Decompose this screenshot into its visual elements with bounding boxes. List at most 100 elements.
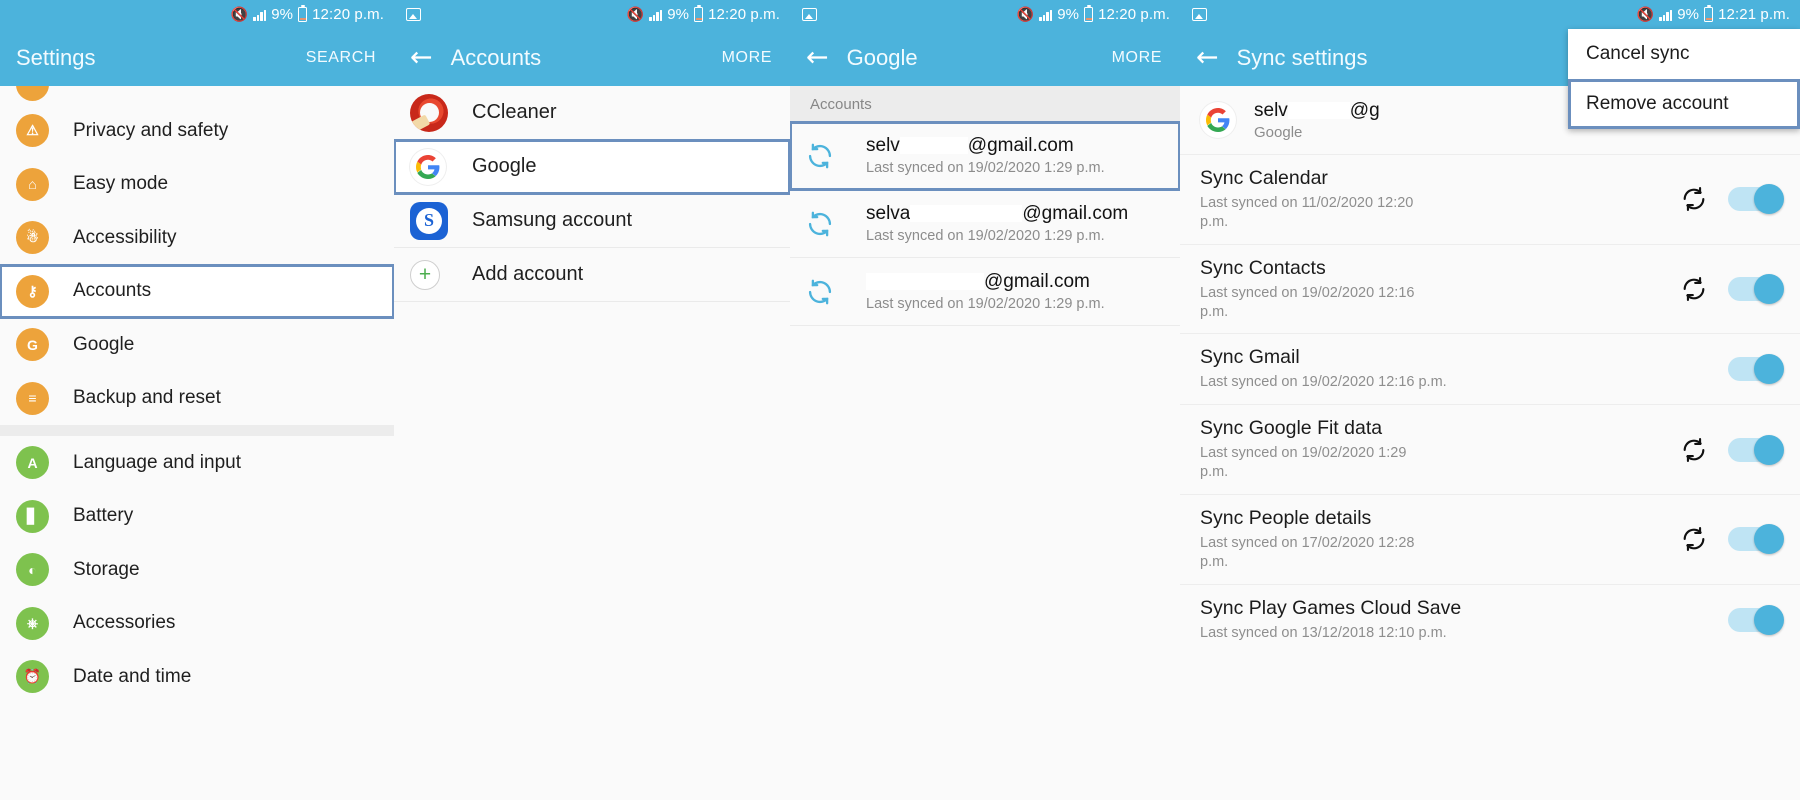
gallery-icon [1192, 8, 1207, 21]
list-item-label: CCleaner [472, 101, 557, 123]
sync-toggle[interactable] [1728, 524, 1784, 555]
status-time: 12:20 p.m. [1098, 6, 1170, 23]
google-icon: G [16, 328, 49, 362]
list-item-partial[interactable] [0, 86, 394, 104]
list-item-label: Accessories [73, 612, 176, 634]
account-provider: Google [1254, 123, 1303, 141]
account-email: @gmail.com [866, 271, 1166, 293]
status-time: 12:21 p.m. [1718, 6, 1790, 23]
sidebar-item-storage[interactable]: ◐ Storage [0, 543, 394, 597]
sync-toggle[interactable] [1728, 434, 1784, 465]
account-email: selv @gmail.com [866, 135, 1074, 156]
refresh-icon[interactable] [1680, 185, 1708, 213]
sync-icon [806, 278, 866, 306]
more-button[interactable]: MORE [722, 49, 772, 67]
refresh-icon-placeholder [1680, 355, 1708, 383]
google-account-row[interactable]: @gmail.com Last synced on 19/02/2020 1:2… [790, 258, 1180, 326]
refresh-icon[interactable] [1680, 436, 1708, 464]
sidebar-item-date-and-time[interactable]: ⏰ Date and time [0, 650, 394, 704]
sync-toggle[interactable] [1728, 184, 1784, 215]
sync-item-name: Sync Calendar [1200, 167, 1328, 189]
signal-icon [649, 9, 663, 21]
appbar-google: ← Google MORE [790, 29, 1180, 86]
panel-google: 🔇 9% 12:20 p.m. ← Google MORE Accounts s… [790, 0, 1180, 800]
sidebar-item-accounts[interactable]: ⚷ Accounts [0, 263, 394, 319]
account-item-samsung[interactable]: S Samsung account [394, 194, 790, 248]
back-arrow-icon[interactable]: ← [806, 44, 829, 71]
sync-toggle[interactable] [1728, 604, 1784, 635]
refresh-icon[interactable] [1680, 525, 1708, 553]
sync-toggle[interactable] [1728, 274, 1784, 305]
sync-icon [806, 142, 866, 170]
battery-percent: 9% [1677, 6, 1700, 23]
sync-row-contacts[interactable]: Sync Contacts Last synced on 19/02/2020 … [1180, 243, 1800, 334]
sync-item-name: Sync Google Fit data [1200, 417, 1383, 440]
sync-item-last-synced: Last synced on 13/12/2018 12:10 p.m. [1200, 624, 1447, 641]
sync-item-name: Sync Contacts [1200, 256, 1326, 279]
back-arrow-icon[interactable]: ← [1196, 44, 1219, 71]
sync-items-list: Sync Calendar Last synced on 11/02/2020 … [1180, 154, 1800, 655]
sidebar-item-easy-mode[interactable]: ⌂ Easy mode [0, 157, 394, 211]
plus-icon: + [410, 259, 440, 290]
list-item-label: Language and input [73, 451, 241, 473]
backup-icon: ≡ [16, 381, 49, 415]
redaction-block [1287, 101, 1350, 119]
list-item-label: Samsung account [472, 209, 633, 231]
sync-item-name: Sync People details [1200, 506, 1372, 529]
add-account-button[interactable]: + Add account [394, 248, 790, 302]
gallery-icon [406, 8, 421, 21]
sync-row-calendar[interactable]: Sync Calendar Last synced on 11/02/2020 … [1180, 154, 1800, 244]
sync-item-last-synced: Last synced on 11/02/2020 12:20 p.m. [1200, 195, 1414, 230]
sync-row-play-games-cloud-save[interactable]: Sync Play Games Cloud Save Last synced o… [1180, 583, 1800, 655]
search-button[interactable]: SEARCH [306, 49, 376, 67]
battery-icon: ▋ [16, 499, 49, 533]
storage-icon: ◐ [16, 553, 49, 587]
appbar-accounts: ← Accounts MORE [394, 29, 790, 86]
multi-panel-screenshot: 🔇 9% 12:20 p.m. Settings SEARCH ⚠ Privac… [0, 0, 1800, 800]
list-divider [0, 425, 394, 436]
sidebar-item-battery[interactable]: ▋ Battery [0, 489, 394, 543]
sync-item-name: Sync Play Games Cloud Save [1200, 596, 1462, 619]
list-item-label: Accessibility [73, 226, 177, 248]
privacy-icon: ⚠ [16, 114, 49, 148]
google-account-row[interactable]: selva @gmail.com Last synced on 19/02/202… [790, 190, 1180, 258]
account-item-ccleaner[interactable]: CCleaner [394, 86, 790, 140]
account-last-synced: Last synced on 19/02/2020 1:29 p.m. [866, 160, 1105, 176]
mute-icon: 🔇 [230, 5, 249, 22]
google-account-row[interactable]: selv @gmail.com Last synced on 19/02/2020… [790, 121, 1180, 191]
page-title: Google [846, 44, 918, 70]
sidebar-item-privacy-and-safety[interactable]: ⚠ Privacy and safety [0, 104, 394, 158]
sync-row-people-details[interactable]: Sync People details Last synced on 17/02… [1180, 493, 1800, 584]
menu-item-remove-account[interactable]: Remove account [1568, 79, 1800, 129]
refresh-icon-placeholder [1680, 606, 1708, 634]
page-title: Settings [16, 44, 96, 70]
list-item-label: Date and time [73, 665, 192, 687]
more-button[interactable]: MORE [1112, 49, 1162, 67]
sidebar-item-accessories[interactable]: ⎈ Accessories [0, 596, 394, 650]
ccleaner-icon [410, 93, 448, 132]
sidebar-item-accessibility[interactable]: ☃ Accessibility [0, 211, 394, 265]
signal-icon [1659, 9, 1673, 21]
mute-icon: 🔇 [1636, 5, 1655, 22]
sidebar-item-language-and-input[interactable]: A Language and input [0, 436, 394, 490]
refresh-icon[interactable] [1680, 275, 1708, 303]
status-bar-accounts: 🔇 9% 12:20 p.m. [394, 0, 790, 29]
menu-item-cancel-sync[interactable]: Cancel sync [1568, 29, 1800, 79]
account-item-google[interactable]: Google [394, 139, 790, 195]
list-item-label: Easy mode [73, 173, 169, 195]
home-icon: ⌂ [16, 167, 49, 201]
sync-row-gmail[interactable]: Sync Gmail Last synced on 19/02/2020 12:… [1180, 333, 1800, 405]
sync-item-name: Sync Gmail [1200, 346, 1300, 369]
list-item-label: Accounts [73, 280, 152, 302]
sidebar-item-google[interactable]: G Google [0, 318, 394, 372]
back-arrow-icon[interactable]: ← [410, 44, 433, 71]
redaction-block [910, 205, 1023, 223]
overflow-menu: Cancel sync Remove account [1568, 29, 1800, 129]
signal-icon [253, 9, 267, 21]
accounts-list: CCleaner Google S Samsung account + Add … [394, 86, 790, 302]
sync-toggle[interactable] [1728, 354, 1784, 385]
google-icon [410, 148, 446, 185]
sidebar-item-backup-and-reset[interactable]: ≡ Backup and reset [0, 371, 394, 425]
sync-row-google-fit[interactable]: Sync Google Fit data Last synced on 19/0… [1180, 404, 1800, 494]
signal-icon [1039, 9, 1053, 21]
